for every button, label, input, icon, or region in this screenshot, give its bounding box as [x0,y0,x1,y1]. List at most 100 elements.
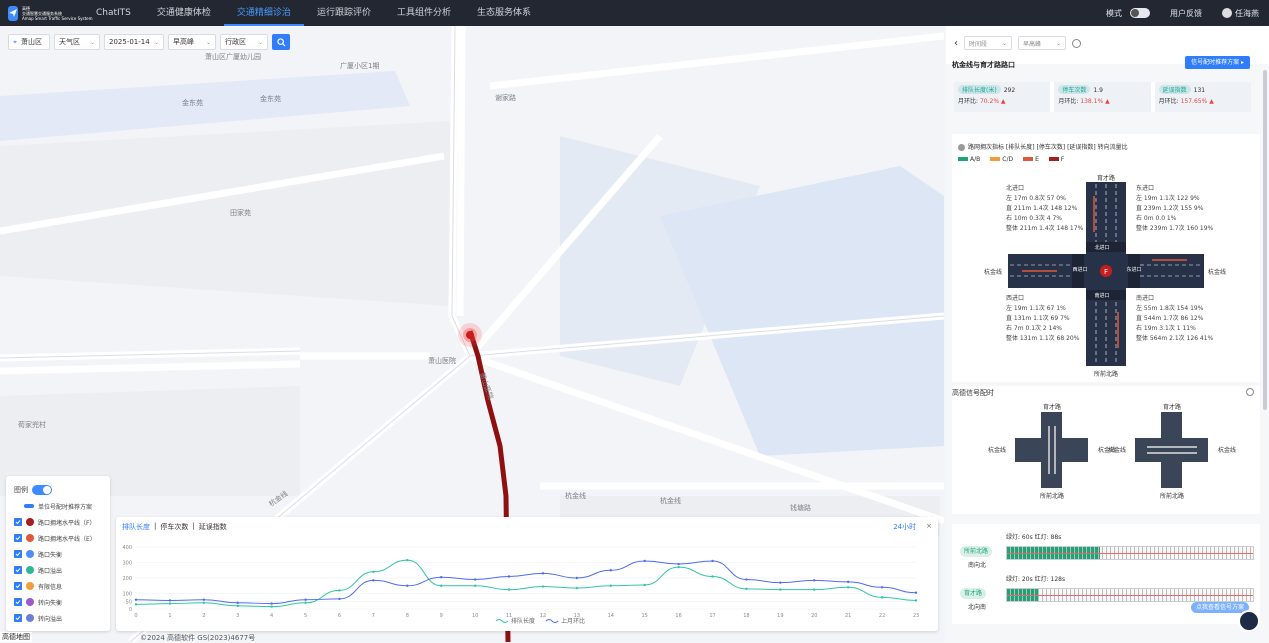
legend-row[interactable]: 路口拥堵水平线（F） [14,514,102,530]
data-point [304,598,307,601]
los-item: E [1023,156,1039,163]
legend-row[interactable]: 路口拥堵水平线（E） [14,530,102,546]
legend-label: 排队长度 [511,617,535,625]
data-point [880,586,884,589]
legend-row[interactable]: 转向失衡 [14,594,102,610]
back-icon[interactable]: ‹ [954,38,958,49]
x-tick-label: 1 [168,613,171,619]
x-tick-label: 23 [913,613,919,619]
search-button[interactable] [272,34,290,50]
south-road-label: 所前北路 [1094,370,1118,378]
legend-toggle[interactable] [32,485,52,495]
region-select[interactable]: ⌖ 萧山区 [8,34,50,50]
data-point [168,602,172,605]
nav-chatits[interactable]: ChatITS [83,0,144,26]
legend-row[interactable]: 转向溢出 [14,610,102,626]
nw-approach-stats: 北进口左 17m 0.8次 57 0% 直 211m 1.4次 148 12% 右 … [1006,185,1084,232]
legend-row[interactable]: 有限信息 [14,578,102,594]
phase1-tag: 所前北路 [960,546,993,557]
legend-row[interactable]: 路口溢出 [14,562,102,578]
phase2-tag: 育才路 [960,588,987,599]
center-grade: F [1104,268,1108,276]
period-select[interactable]: 时间段 ⌄ [964,36,1012,50]
x-tick-label: 15 [642,613,648,619]
user-menu[interactable]: 任海燕 [1222,8,1259,19]
nav-tracking[interactable]: 运行跟踪评价 [304,0,384,26]
phase1-south-label: 所前北路 [1040,492,1064,500]
date-picker[interactable]: 2025-01-14 ⌄ [104,34,164,50]
legend-label: 上月环比 [561,617,585,625]
nav-tools[interactable]: 工具组件分析 [384,0,464,26]
data-point [406,558,409,562]
data-point [846,580,850,584]
data-point [236,601,239,604]
map-label: 杭金线 [565,492,586,500]
ne-approach-stats: 东进口左 19m 1.1次 122 9% 直 239m 1.2次 155 9% 右 … [1136,185,1214,232]
download-icon[interactable] [1246,388,1254,396]
data-point [711,559,714,563]
x-tick-label: 12 [540,613,546,619]
checkbox[interactable] [14,550,22,558]
nav-health-check[interactable]: 交通健康体检 [144,0,224,26]
checkbox[interactable] [14,614,22,622]
diag-title: 路网拥次指标 [排队长度] [停车次数] [延误指数] 转向流量比 [958,142,1128,151]
weather-select[interactable]: 天气区 ⌄ [54,34,100,50]
assistant-avatar-icon[interactable] [1238,610,1260,632]
app-logo[interactable]: 高德 交通智慧交通服务系统 Amap Smart Traffic Service… [8,5,93,21]
main-nav: ChatITS 交通健康体检 交通精细诊治 运行跟踪评价 工具组件分析 生态服务… [83,0,544,26]
checkbox[interactable] [14,534,22,542]
data-point [643,559,646,563]
center-south-label: 南进口 [1094,292,1109,299]
marker-e-icon [26,534,34,542]
legend-panel: 图例 单位号配时推荐方案 路口拥堵水平线（F） 路口拥堵水平线（E） 路口失衡 … [6,476,110,631]
data-point [473,584,477,587]
data-point [372,570,375,573]
signal-plan-button[interactable]: 信号配时推荐方案 ▸ [1185,56,1250,69]
map-label: 广厦小区1期 [340,62,380,70]
scrollbar[interactable] [1263,70,1267,410]
chevron-down-icon: ⌄ [153,38,159,46]
nav-ecosystem[interactable]: 生态服务体系 [464,0,544,26]
data-point [846,586,850,589]
x-tick-label: 18 [743,613,749,619]
legend-row[interactable]: 单位号配时推荐方案 [14,498,102,514]
view-signal-plan-button[interactable]: 点我查看信号方案 [1190,602,1249,613]
nav-fine-diagnosis[interactable]: 交通精细诊治 [223,0,304,26]
checkbox[interactable] [14,518,22,526]
data-point [813,579,816,582]
series-line-1 [135,560,917,605]
los-legend: A/B C/D E F [958,156,1064,163]
district-select[interactable]: 行政区 ⌄ [220,34,268,50]
search-icon [276,37,286,47]
data-point [609,584,612,587]
filter-bar: ⌖ 萧山区 天气区 ⌄ 2025-01-14 ⌄ 早高峰 ⌄ 行政区 ⌄ [8,34,290,50]
x-tick-label: 0 [134,613,137,619]
peak-select[interactable]: 早高峰 ⌄ [168,34,216,50]
data-point [507,575,511,578]
map-label: 杭金线 [660,497,681,505]
se-approach-stats: 南进口左 55m 1.8次 154 19% 直 544m 1.7次 86 12% 右… [1136,295,1214,342]
peak-select-side[interactable]: 早高峰 ⌄ [1018,36,1066,50]
metric-queue: 排队长度(米) 292 月环比: 70.2% ▲ [954,82,1051,112]
checkbox[interactable] [14,598,22,606]
intersection-diagram: F 北进口 南进口 西进口 东进口 育才路 所前北路 杭金线 杭金线 [984,174,1226,378]
x-tick-label: 20 [811,613,817,619]
map-label: 钱塘路 [790,504,811,512]
legend-row[interactable]: 路口失衡 [14,546,102,562]
feedback-link[interactable]: 用户反馈 [1170,8,1202,19]
data-point [609,569,612,572]
mode-toggle[interactable] [1130,8,1150,18]
data-point [914,599,918,602]
checkbox[interactable] [14,582,22,590]
marker-imbalance-icon [26,550,34,558]
download-icon[interactable] [1072,38,1081,48]
data-point [711,575,714,578]
x-tick-label: 7 [372,613,375,619]
phase2-west-label: 杭金线 [1108,446,1126,454]
center-north-label: 北进口 [1094,244,1109,251]
marker-info-icon [26,582,34,590]
checkbox[interactable] [14,566,22,574]
east-road-label: 杭金线 [1208,268,1226,276]
legend-swatch [545,619,559,623]
phase2-east-label: 杭金线 [1218,446,1236,454]
